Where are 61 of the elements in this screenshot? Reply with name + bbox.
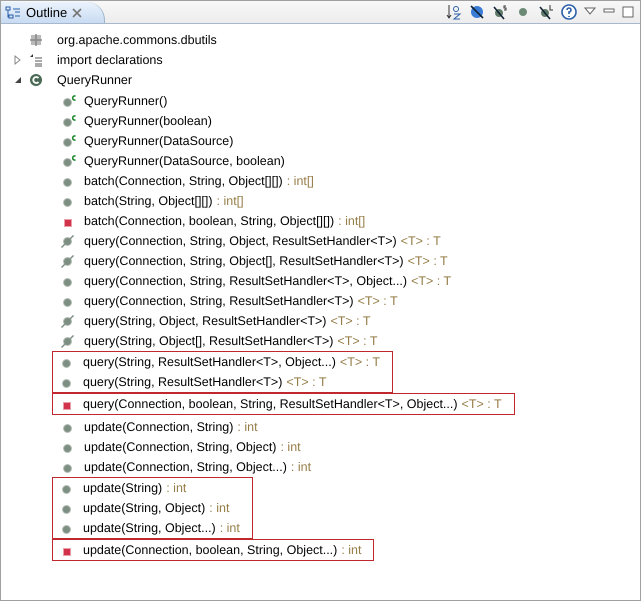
member-type: : int (290, 460, 312, 474)
member-name[interactable]: update(Connection, String, Object) (84, 440, 276, 454)
member-name[interactable]: update(String, Object) (83, 501, 206, 515)
member-name[interactable]: batch(String, Object[][]) (84, 194, 213, 208)
expanded-arrow-icon[interactable] (14, 76, 22, 84)
tree-item[interactable]: org.apache.commons.dbutils (57, 33, 217, 47)
member-type: <T> : T (337, 334, 378, 348)
member-name[interactable]: query(String, Object[], ResultSetHandler<T>) (84, 334, 334, 348)
member-type: <T> : T (411, 274, 452, 288)
hide-local-icon[interactable] (538, 4, 554, 20)
member-name[interactable]: update(Connection, boolean, String, Object...) (83, 543, 338, 557)
sort-icon[interactable] (446, 4, 462, 20)
member-type: : int (237, 420, 258, 434)
member-name[interactable]: query(String, ResultSetHandler<T>) (83, 375, 282, 389)
outline-icon (5, 6, 21, 20)
member-type: : int[] (216, 194, 244, 208)
member-name[interactable]: QueryRunner(DataSource, boolean) (84, 154, 285, 168)
member-type: <T> : T (358, 294, 398, 308)
member-type: : int (220, 521, 240, 535)
member-type: : int[] (286, 174, 314, 188)
member-type: <T> : T (400, 234, 441, 248)
member-name[interactable]: query(Connection, String, Object[], ResultSetHandler<T>) (84, 254, 404, 268)
member-type: : int[] (338, 214, 366, 228)
tree-item[interactable]: import declarations (57, 53, 163, 67)
member-name[interactable]: QueryRunner(boolean) (84, 114, 212, 128)
collapsed-arrow-icon[interactable] (14, 55, 22, 65)
class-icon (29, 73, 43, 87)
tree-item[interactable]: QueryRunner (57, 73, 132, 87)
member-type: <T> : T (462, 397, 502, 411)
package-icon (29, 33, 43, 47)
member-name[interactable]: batch(Connection, boolean, String, Object[][]) (84, 214, 334, 228)
member-name[interactable]: QueryRunner() (84, 94, 168, 108)
member-name[interactable]: update(Connection, String) (84, 420, 234, 434)
member-type: : int (166, 481, 186, 495)
member-name[interactable]: batch(Connection, String, Object[][]) (84, 174, 283, 188)
member-name[interactable]: update(String, Object...) (83, 521, 216, 535)
member-name[interactable]: query(Connection, String, ResultSetHandler<T>, Object...) (84, 274, 408, 288)
outline-tab[interactable]: Outline (1, 2, 106, 23)
maximize-icon[interactable] (622, 6, 634, 18)
member-name[interactable]: query(Connection, boolean, String, ResultSetHandler<T>, Object...) (83, 397, 458, 411)
member-name[interactable]: query(String, ResultSetHandler<T>, Object...) (83, 355, 336, 369)
member-name[interactable]: update(Connection, String, Object...) (84, 460, 287, 474)
member-name[interactable]: query(String, Object, ResultSetHandler<T>) (84, 314, 326, 328)
view-menu-icon[interactable] (584, 7, 596, 17)
member-type: <T> : T (408, 254, 448, 268)
member-type: : int (209, 501, 230, 515)
member-type: : int (341, 543, 362, 557)
member-type: : int (280, 440, 301, 454)
hide-fields-icon[interactable] (469, 4, 485, 20)
member-type: <T> : T (286, 375, 326, 389)
close-icon[interactable] (72, 8, 82, 18)
hide-static-icon[interactable] (492, 4, 508, 20)
help-icon[interactable] (561, 4, 577, 20)
member-name[interactable]: query(Connection, String, ResultSetHandler<T>) (84, 294, 354, 308)
member-name[interactable]: update(String) (83, 481, 162, 495)
member-type: <T> : T (340, 355, 380, 369)
member-type: <T> : T (330, 314, 371, 328)
tab-label: Outline (26, 5, 68, 20)
member-name[interactable]: QueryRunner(DataSource) (84, 134, 234, 148)
member-name[interactable]: query(Connection, String, Object, ResultSetHandler<T>) (84, 234, 397, 248)
imports-icon (29, 53, 43, 67)
